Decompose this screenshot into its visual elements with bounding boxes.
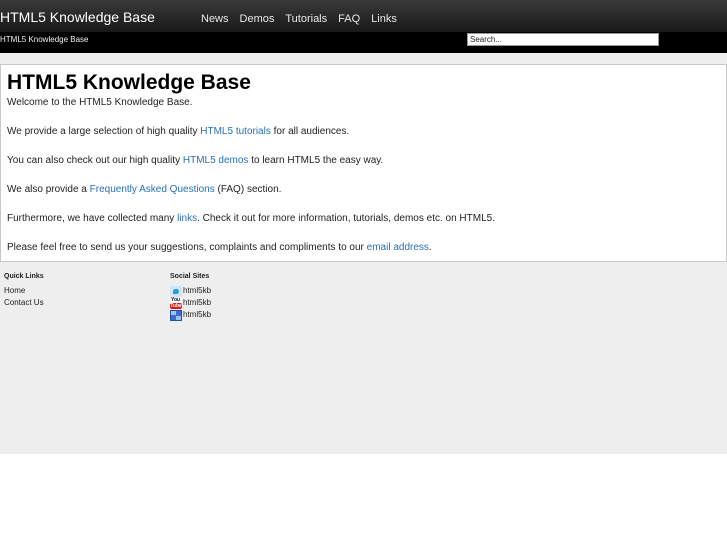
social-sites-title: Social Sites — [170, 273, 210, 280]
tutorials-link[interactable]: HTML5 tutorials — [200, 126, 271, 137]
nav-faq[interactable]: FAQ — [338, 13, 360, 25]
quick-links-column: Quick Links Home Contact Us — [4, 273, 44, 309]
quick-links-title: Quick Links — [4, 273, 44, 280]
faq-link[interactable]: Frequently Asked Questions — [90, 184, 215, 195]
social-twitter: html5kb — [170, 285, 211, 297]
delicious-icon[interactable] — [170, 309, 182, 321]
main-content: HTML5 Knowledge Base Welcome to the HTML… — [0, 64, 727, 262]
paragraph-email: Please feel free to send us your suggest… — [7, 242, 432, 253]
social-sites-column: Social Sites html5kb You Tube html5kb ht… — [170, 273, 211, 321]
footer-link-home: Home — [4, 286, 26, 295]
paragraph-links: Furthermore, we have collected many link… — [7, 213, 495, 224]
main-nav: News Demos Tutorials FAQ Links — [201, 13, 408, 25]
social-delicious: html5kb — [170, 309, 211, 321]
links-link[interactable]: links — [177, 213, 197, 224]
nav-demos[interactable]: Demos — [240, 13, 275, 25]
youtube-icon[interactable]: You Tube — [170, 297, 182, 309]
paragraph-tutorials: We provide a large selection of high qua… — [7, 126, 350, 137]
page-heading: HTML5 Knowledge Base — [7, 71, 251, 94]
top-header-bar: HTML5 Knowledge Base News Demos Tutorial… — [0, 0, 727, 53]
twitter-icon[interactable] — [170, 285, 182, 297]
site-title[interactable]: HTML5 Knowledge Base — [0, 9, 155, 25]
search-input[interactable] — [467, 33, 659, 46]
tagline: HTML5 Knowledge Base — [0, 35, 89, 44]
paragraph-demos: You can also check out our high quality … — [7, 155, 384, 166]
sub-header-bar: HTML5 Knowledge Base — [0, 32, 727, 53]
welcome-text: Welcome to the HTML5 Knowledge Base. — [7, 97, 193, 108]
footer-link-contact: Contact Us — [4, 298, 44, 307]
nav-tutorials[interactable]: Tutorials — [285, 13, 327, 25]
demos-link[interactable]: HTML5 demos — [183, 155, 249, 166]
social-youtube: You Tube html5kb — [170, 296, 212, 309]
nav-news[interactable]: News — [201, 13, 229, 25]
email-link[interactable]: email address — [367, 242, 429, 253]
paragraph-faq: We also provide a Frequently Asked Quest… — [7, 184, 282, 195]
page-background: HTML5 Knowledge Base Welcome to the HTML… — [0, 53, 727, 454]
nav-links[interactable]: Links — [371, 13, 397, 25]
